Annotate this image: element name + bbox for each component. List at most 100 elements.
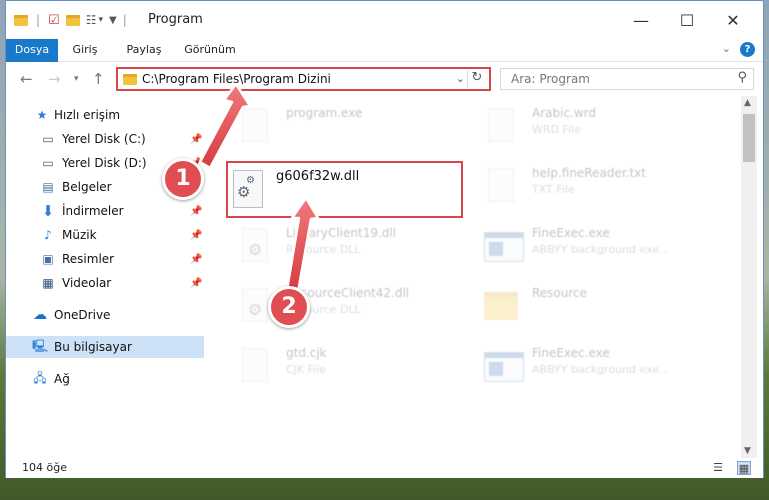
application-icon	[484, 346, 524, 386]
tiles-view-icon[interactable]: ▦	[737, 461, 751, 475]
vertical-scrollbar[interactable]: ▲ ▼	[741, 96, 757, 458]
file-icon	[484, 106, 518, 146]
chevron-down-icon[interactable]: ⌄	[456, 72, 465, 85]
list-item[interactable]: help.fineReader.txt TXT File	[484, 162, 714, 214]
search-input[interactable]: Ara: Program ⚲	[500, 68, 754, 90]
sidebar-item-onedrive[interactable]: ☁ OneDrive	[6, 304, 204, 326]
cloud-icon: ☁	[33, 307, 47, 323]
sidebar-item-downloads[interactable]: ⬇ İndirmeler 📌	[6, 200, 204, 222]
download-icon: ⬇	[41, 202, 55, 220]
address-path[interactable]: C:\Program Files\Program Dizini	[142, 72, 331, 86]
pin-icon[interactable]: 📌	[190, 134, 202, 145]
separator: |	[36, 13, 41, 27]
file-name: Arabic.wrd	[532, 106, 597, 120]
file-description: Resource DLL	[286, 243, 361, 256]
file-description: TXT File	[532, 183, 575, 196]
tab-share[interactable]: Paylaş	[112, 39, 176, 61]
pictures-icon: ▣	[42, 252, 54, 266]
help-button[interactable]: ?	[740, 42, 755, 57]
list-item[interactable]: Arabic.wrd WRD File	[484, 102, 714, 154]
sidebar-item-label: Videolar	[62, 276, 112, 290]
drive-icon: ▭	[42, 156, 54, 170]
list-item[interactable]: gtd.cjk CJK File	[238, 342, 468, 394]
explorer-window: | ☑ ☷ ▾ ▼ | Program — ☐ ✕ Dosya Giriş Pa…	[5, 0, 764, 478]
pin-icon[interactable]: 📌	[190, 230, 202, 241]
up-arrow-icon[interactable]: ↑	[92, 70, 105, 88]
sidebar-item-label: Hızlı erişim	[54, 108, 121, 122]
customize-toolbar-icon[interactable]: ▼	[109, 15, 117, 26]
file-name: g606f32w.dll	[276, 169, 360, 184]
maximize-button[interactable]: ☐	[664, 7, 710, 33]
search-placeholder: Ara: Program	[511, 72, 590, 86]
file-name: gtd.cjk	[286, 346, 327, 360]
drive-icon: ▭	[42, 132, 54, 146]
highlighted-file[interactable]: ⚙ ⚙ g606f32w.dll	[226, 161, 463, 218]
sidebar-item-videos[interactable]: ▦ Videolar 📌	[6, 272, 204, 294]
star-icon: ★	[36, 108, 48, 122]
folder-icon	[123, 74, 137, 85]
window-title: Program	[148, 12, 203, 27]
sidebar-item-pictures[interactable]: ▣ Resimler 📌	[6, 248, 204, 270]
computer-icon: 🖳	[32, 338, 49, 353]
sidebar-item-label: Yerel Disk (C:)	[62, 132, 146, 146]
dll-file-icon: ⚙	[238, 286, 272, 326]
item-count: 104 öğe	[22, 461, 67, 474]
text-file-icon	[484, 166, 518, 206]
pin-icon[interactable]: 📌	[190, 206, 202, 217]
tab-home[interactable]: Giriş	[60, 39, 110, 61]
minimize-button[interactable]: —	[618, 7, 664, 33]
file-name: FineExec.exe	[532, 346, 610, 360]
close-button[interactable]: ✕	[710, 7, 756, 33]
file-name: program.exe	[286, 106, 363, 120]
sidebar-item-label: Resimler	[62, 252, 115, 266]
file-name: Resource	[532, 286, 588, 300]
music-icon: ♪	[44, 228, 52, 242]
quick-access-toolbar: | ☑ ☷ ▾ ▼ |	[14, 11, 127, 29]
navigation-pane: ★ Hızlı erişim ▭ Yerel Disk (C:) 📌 ▭ Yer…	[6, 96, 206, 458]
address-bar[interactable]: C:\Program Files\Program Dizini ⌄ ↻	[116, 67, 491, 91]
documents-icon: ▤	[42, 180, 54, 194]
scrollbar-thumb[interactable]	[743, 114, 755, 162]
details-view-icon[interactable]: ☰	[711, 461, 725, 475]
expand-ribbon-icon[interactable]: ⌄	[722, 42, 731, 55]
navigation-bar: ← → ▾ ↑ C:\Program Files\Program Dizini …	[6, 62, 763, 96]
new-folder-icon[interactable]	[65, 14, 80, 26]
tab-view[interactable]: Görünüm	[178, 39, 242, 61]
list-item[interactable]: Resource	[484, 282, 714, 334]
scroll-up-icon[interactable]: ▲	[744, 98, 751, 108]
sidebar-item-disk-c[interactable]: ▭ Yerel Disk (C:) 📌	[6, 128, 204, 150]
file-description: ABBYY background exe...	[532, 243, 670, 256]
sidebar-item-music[interactable]: ♪ Müzik 📌	[6, 224, 204, 246]
scroll-down-icon[interactable]: ▼	[744, 446, 751, 456]
list-item[interactable]: ⚙ LibraryClient19.dll Resource DLL	[238, 222, 468, 274]
recent-locations-icon[interactable]: ▾	[74, 74, 79, 84]
chevron-down-icon[interactable]: ▾	[98, 15, 103, 25]
pin-icon[interactable]: 📌	[190, 254, 202, 265]
separator: |	[122, 13, 127, 27]
title-bar: | ☑ ☷ ▾ ▼ | Program — ☐ ✕	[6, 1, 763, 39]
status-bar: 104 öğe ☰ ▦	[6, 458, 763, 478]
forward-arrow-icon[interactable]: →	[48, 70, 61, 88]
folder-icon	[14, 14, 28, 26]
sidebar-item-network[interactable]: 🖧 Ağ	[6, 368, 204, 390]
file-description: WRD File	[532, 123, 581, 136]
view-icon[interactable]: ☷	[86, 13, 97, 27]
file-description: CJK File	[286, 363, 327, 376]
refresh-icon[interactable]: ↻	[467, 70, 486, 88]
file-icon	[238, 346, 272, 386]
list-item[interactable]: program.exe	[238, 102, 468, 154]
back-arrow-icon[interactable]: ←	[20, 70, 33, 88]
step-badge-1: 1	[162, 158, 204, 200]
sidebar-item-label: OneDrive	[54, 308, 111, 322]
list-item[interactable]: FineExec.exe ABBYY background exe...	[484, 222, 714, 274]
list-item[interactable]: FineExec.exe ABBYY background exe...	[484, 342, 714, 394]
pin-icon[interactable]: 📌	[190, 278, 202, 289]
sidebar-item-label: Yerel Disk (D:)	[62, 156, 147, 170]
gear-icon: ⚙	[246, 175, 255, 186]
properties-icon[interactable]: ☑	[48, 13, 60, 28]
sidebar-item-quick-access[interactable]: ★ Hızlı erişim	[6, 104, 204, 126]
application-icon	[238, 106, 272, 146]
search-icon[interactable]: ⚲	[737, 70, 747, 85]
sidebar-item-this-pc[interactable]: 🖳 Bu bilgisayar	[6, 336, 204, 358]
sidebar-item-label: Bu bilgisayar	[54, 340, 132, 354]
